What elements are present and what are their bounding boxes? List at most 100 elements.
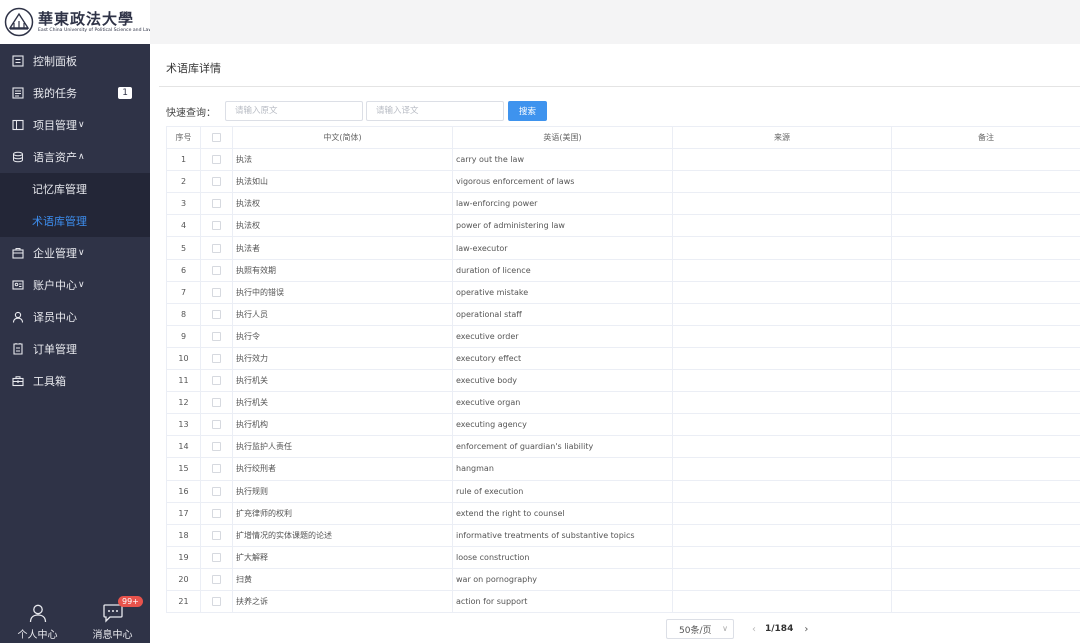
- sidebar-item-toolbox[interactable]: 工具箱: [0, 365, 150, 397]
- next-page-button[interactable]: ›: [804, 624, 808, 635]
- row-checkbox[interactable]: [212, 464, 221, 474]
- sidebar-item-memory-library[interactable]: 记忆库管理: [0, 173, 150, 205]
- row-note: [891, 369, 1080, 393]
- table-row[interactable]: 11 执行机关 executive body: [166, 369, 1080, 393]
- person-icon: [29, 604, 46, 623]
- row-english-term: operational staff: [452, 302, 673, 326]
- row-english-term: executive body: [452, 369, 673, 393]
- row-select: [200, 391, 233, 415]
- row-select: [200, 170, 233, 194]
- row-note: [891, 280, 1080, 304]
- message-center-button[interactable]: 99+ 消息中心: [75, 595, 150, 643]
- row-checkbox[interactable]: [212, 530, 221, 540]
- source-text-search-input[interactable]: [225, 101, 363, 121]
- table-row[interactable]: 14 执行监护人责任 enforcement of guardian's liabi…: [166, 435, 1080, 459]
- row-note: [891, 523, 1080, 547]
- search-button[interactable]: 搜索: [508, 101, 547, 121]
- table-row[interactable]: 21 扶养之诉 action for support: [166, 589, 1080, 614]
- table-row[interactable]: 6 执照有效期 duration of licence: [166, 258, 1080, 282]
- table-row[interactable]: 10 执行效力 executory effect: [166, 346, 1080, 371]
- row-checkbox[interactable]: [212, 199, 221, 209]
- table-row[interactable]: 13 执行机构 executing agency: [166, 413, 1080, 437]
- page-size-select[interactable]: 50条/页 ∨: [666, 619, 734, 639]
- row-note: [891, 346, 1080, 371]
- target-text-search-input[interactable]: [366, 101, 504, 121]
- row-checkbox[interactable]: [212, 508, 221, 518]
- row-checkbox[interactable]: [212, 574, 221, 584]
- table-row[interactable]: 17 扩充律师的权利 extend the right to counsel: [166, 501, 1080, 525]
- row-checkbox[interactable]: [212, 177, 221, 187]
- row-checkbox[interactable]: [212, 442, 221, 452]
- table-row[interactable]: 1 执法 carry out the law: [166, 148, 1080, 172]
- account-icon: [11, 279, 24, 292]
- row-chinese-term: 扩增情况的实体课题的论述: [232, 523, 453, 547]
- sidebar-item-translator-center[interactable]: 译员中心: [0, 301, 150, 333]
- personal-center-button[interactable]: 个人中心: [0, 595, 75, 643]
- row-select: [200, 567, 233, 591]
- row-checkbox[interactable]: [212, 243, 221, 253]
- row-checkbox[interactable]: [212, 331, 221, 341]
- row-english-term: executive order: [452, 324, 673, 348]
- table-row[interactable]: 19 扩大解释 loose construction: [166, 545, 1080, 569]
- chevron-down-icon: ∨: [722, 624, 728, 633]
- personal-center-label: 个人中心: [17, 630, 58, 641]
- row-checkbox[interactable]: [212, 420, 221, 430]
- sidebar-item-dashboard[interactable]: 控制面板: [0, 45, 150, 77]
- table-row[interactable]: 3 执法权 law-enforcing power: [166, 192, 1080, 216]
- sidebar: 華東政法大學 East China University of Politica…: [0, 0, 152, 643]
- row-chinese-term: 执行机构: [232, 413, 453, 437]
- sidebar-item-enterprise[interactable]: 企业管理 ∨: [0, 237, 150, 269]
- row-source: [672, 435, 892, 459]
- row-source: [672, 391, 892, 415]
- table-row[interactable]: 20 扫黄 war on pornography: [166, 567, 1080, 591]
- sidebar-item-terminology-library[interactable]: 术语库管理: [0, 205, 150, 237]
- row-source: [672, 324, 892, 348]
- table-row[interactable]: 4 执法权 power of administering law: [166, 214, 1080, 238]
- table-row[interactable]: 16 执行规则 rule of execution: [166, 479, 1080, 503]
- row-index: 15: [166, 457, 201, 481]
- sidebar-item-my-tasks[interactable]: 我的任务 1: [0, 77, 150, 109]
- sidebar-item-orders[interactable]: 订单管理: [0, 333, 150, 365]
- row-note: [891, 302, 1080, 326]
- row-note: [891, 435, 1080, 459]
- row-index: 1: [166, 148, 201, 172]
- table-row[interactable]: 18 扩增情况的实体课题的论述 informative treatments of …: [166, 523, 1080, 547]
- row-english-term: executive organ: [452, 391, 673, 415]
- row-checkbox[interactable]: [212, 486, 221, 496]
- previous-page-button[interactable]: ‹: [752, 624, 756, 635]
- row-checkbox[interactable]: [212, 552, 221, 562]
- pagination: 50条/页 ∨ ‹ 1/184 ›: [666, 619, 808, 639]
- row-index: 3: [166, 192, 201, 216]
- task-icon: [11, 87, 24, 100]
- table-row[interactable]: 12 执行机关 executive organ: [166, 391, 1080, 415]
- title-divider: [159, 86, 1080, 87]
- row-checkbox[interactable]: [212, 376, 221, 386]
- sidebar-item-language-assets[interactable]: 语言资产 ∧: [0, 141, 150, 173]
- sidebar-item-label: 语言资产: [33, 151, 77, 164]
- row-checkbox[interactable]: [212, 155, 221, 165]
- row-checkbox[interactable]: [212, 398, 221, 408]
- row-note: [891, 589, 1080, 614]
- row-checkbox[interactable]: [212, 309, 221, 319]
- table-row[interactable]: 8 执行人员 operational staff: [166, 302, 1080, 326]
- university-logo[interactable]: 華東政法大學 East China University of Politica…: [0, 0, 152, 44]
- row-checkbox[interactable]: [212, 221, 221, 231]
- row-chinese-term: 扶养之诉: [232, 589, 453, 614]
- row-checkbox[interactable]: [212, 353, 221, 363]
- row-chinese-term: 执法者: [232, 236, 453, 260]
- row-source: [672, 346, 892, 371]
- chevron-down-icon: ∨: [78, 280, 85, 290]
- table-row[interactable]: 7 执行中的错误 operative mistake: [166, 280, 1080, 304]
- select-all-checkbox[interactable]: [212, 133, 221, 143]
- row-checkbox[interactable]: [212, 597, 221, 607]
- sidebar-item-account[interactable]: 账户中心 ∨: [0, 269, 150, 301]
- row-checkbox[interactable]: [212, 265, 221, 275]
- table-row[interactable]: 2 执法如山 vigorous enforcement of laws: [166, 170, 1080, 194]
- sidebar-item-projects[interactable]: 项目管理 ∨: [0, 109, 150, 141]
- table-row[interactable]: 9 执行令 executive order: [166, 324, 1080, 348]
- table-row[interactable]: 15 执行绞刑者 hangman: [166, 457, 1080, 481]
- row-index: 10: [166, 346, 201, 371]
- row-checkbox[interactable]: [212, 287, 221, 297]
- column-header-note: 备注: [891, 125, 1080, 150]
- table-row[interactable]: 5 执法者 law-executor: [166, 236, 1080, 260]
